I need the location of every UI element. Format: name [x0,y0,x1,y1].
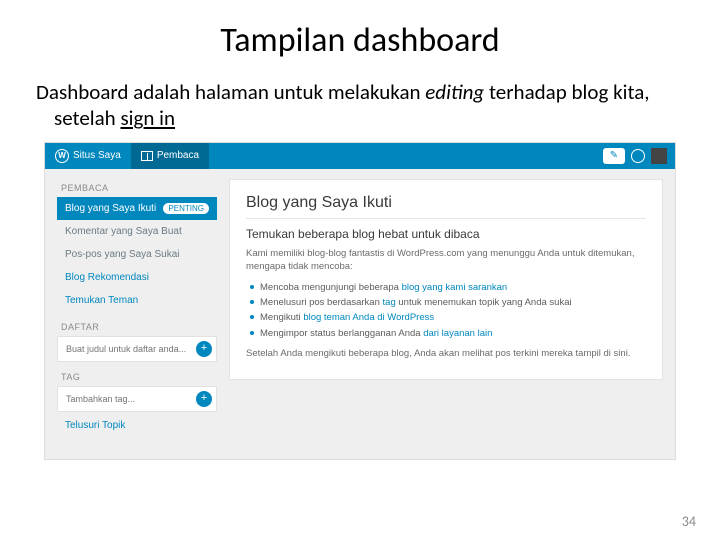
sidebar-item-recommended-blogs[interactable]: Blog Rekomendasi [57,266,217,289]
slide-description: Dashboard adalah halaman untuk melakukan… [36,79,684,132]
sidebar-item-liked-posts[interactable]: Pos-pos yang Saya Sukai [57,243,217,266]
section-label-daftar: DAFTAR [61,322,217,332]
list-title-row: + [57,336,217,362]
nav-reader[interactable]: Pembaca [131,143,209,169]
edit-button[interactable]: ✎ [603,148,625,164]
main-subheading: Temukan beberapa blog hebat untuk dibaca [246,227,646,241]
sidebar-item-find-friends[interactable]: Temukan Teman [57,289,217,312]
list-item: Mengimpor status berlangganan Anda dari … [250,326,646,341]
nav-my-sites[interactable]: W Situs Saya [45,143,131,169]
list-item: Mengikuti blog teman Anda di WordPress [250,310,646,325]
section-label-tag: TAG [61,372,217,382]
nav-reader-label: Pembaca [157,150,199,161]
closing-text: Setelah Anda mengikuti beberapa blog, An… [246,347,646,361]
intro-text: Kami memiliki blog-blog fantastis di Wor… [246,247,646,275]
list-title-input[interactable] [66,344,196,354]
sidebar-item-my-comments[interactable]: Komentar yang Saya Buat [57,220,217,243]
topbar: W Situs Saya Pembaca ✎ [45,143,675,169]
list-item: Menelusuri pos berdasarkan tag untuk men… [250,295,646,310]
important-badge: PENTING [163,203,209,214]
suggestion-list: Mencoba mengunjungi beberapa blog yang k… [246,280,646,341]
page-number: 34 [682,513,696,530]
link-recommended-blogs[interactable]: blog yang kami sarankan [402,282,508,293]
add-list-button[interactable]: + [196,341,212,357]
reader-icon [141,151,153,161]
link-other-services[interactable]: dari layanan lain [423,328,492,339]
link-friends-blogs[interactable]: blog teman Anda di WordPress [303,312,434,323]
sidebar-item-followed-blogs[interactable]: Blog yang Saya Ikuti PENTING [57,197,217,220]
user-avatar[interactable] [651,148,667,164]
divider [246,218,646,219]
tag-input[interactable] [66,394,196,404]
wordpress-logo-icon: W [55,149,69,163]
reader-sidebar: PEMBACA Blog yang Saya Ikuti PENTING Kom… [57,179,217,447]
nav-my-sites-label: Situs Saya [73,150,121,161]
main-content: Blog yang Saya Ikuti Temukan beberapa bl… [229,179,663,380]
main-title: Blog yang Saya Ikuti [246,194,646,212]
sidebar-item-label: Blog yang Saya Ikuti [65,203,156,214]
link-tag[interactable]: tag [383,297,396,308]
wordpress-screenshot: W Situs Saya Pembaca ✎ PEMBACA Blog [44,142,676,460]
tag-row: + [57,386,217,412]
list-item: Mencoba mengunjungi beberapa blog yang k… [250,280,646,295]
add-tag-button[interactable]: + [196,391,212,407]
notifications-icon[interactable] [631,149,645,163]
sidebar-item-browse-topics[interactable]: Telusuri Topik [57,414,217,437]
section-label-pembaca: PEMBACA [61,183,217,193]
slide-title: Tampilan dashboard [30,20,690,61]
